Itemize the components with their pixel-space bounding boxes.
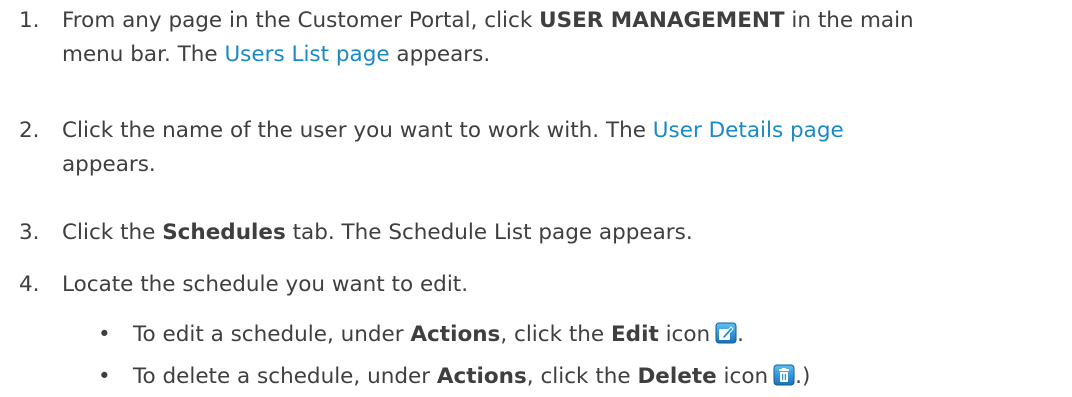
step-number: 1. — [19, 8, 40, 33]
step-text-part: Click the name of the user you want to w… — [62, 118, 653, 143]
bullet-text-part: To edit a schedule, under — [133, 322, 411, 347]
step-number: 3. — [19, 220, 40, 245]
bullet-text: To edit a schedule, under Actions, click… — [133, 318, 1068, 352]
bullet-text-part: To delete a schedule, under — [133, 364, 437, 389]
schedules-tab-label: Schedules — [162, 220, 286, 245]
step-text-part: menu bar. The — [62, 42, 225, 67]
bullet-text-part: , click the — [500, 322, 611, 347]
delete-label: Delete — [637, 364, 717, 389]
bullet-marker: • — [98, 322, 111, 347]
step-text-part: Locate the schedule you want to edit. — [62, 272, 469, 297]
step-text: Click the Schedules tab. The Schedule Li… — [62, 216, 1062, 250]
step-number: 4. — [19, 272, 40, 297]
step-text-part: appears. — [62, 152, 156, 177]
step-text: Locate the schedule you want to edit. — [62, 268, 1062, 302]
step-text-part: tab. The Schedule List page appears. — [285, 220, 693, 245]
delete-icon — [773, 363, 795, 386]
bullet-text-part: . — [737, 322, 744, 347]
step-text-part: in the main — [784, 8, 914, 33]
bullet-text-part: , click the — [526, 364, 638, 389]
bullet-text-part: .) — [795, 364, 811, 389]
step-text: From any page in the Customer Portal, cl… — [62, 4, 1062, 72]
bullet-text: To delete a schedule, under Actions, cli… — [133, 360, 1068, 394]
user-details-page-link[interactable]: User Details page — [653, 118, 844, 143]
step-text-part: appears. — [389, 42, 491, 67]
users-list-page-link[interactable]: Users List page — [224, 42, 389, 67]
bullet-text-part: icon — [716, 364, 769, 389]
step-text-part: From any page in the Customer Portal, cl… — [62, 8, 540, 33]
step-text: Click the name of the user you want to w… — [62, 114, 1062, 182]
edit-icon — [715, 321, 737, 344]
edit-label: Edit — [611, 322, 659, 347]
step-number: 2. — [19, 118, 40, 143]
instructions-document: 1. From any page in the Customer Portal,… — [0, 0, 1072, 395]
actions-label: Actions — [410, 322, 501, 347]
actions-label: Actions — [436, 364, 527, 389]
menu-user-management: USER MANAGEMENT — [539, 8, 785, 33]
step-text-part: Click the — [62, 220, 163, 245]
bullet-marker: • — [98, 364, 111, 389]
bullet-text-part: icon — [658, 322, 711, 347]
